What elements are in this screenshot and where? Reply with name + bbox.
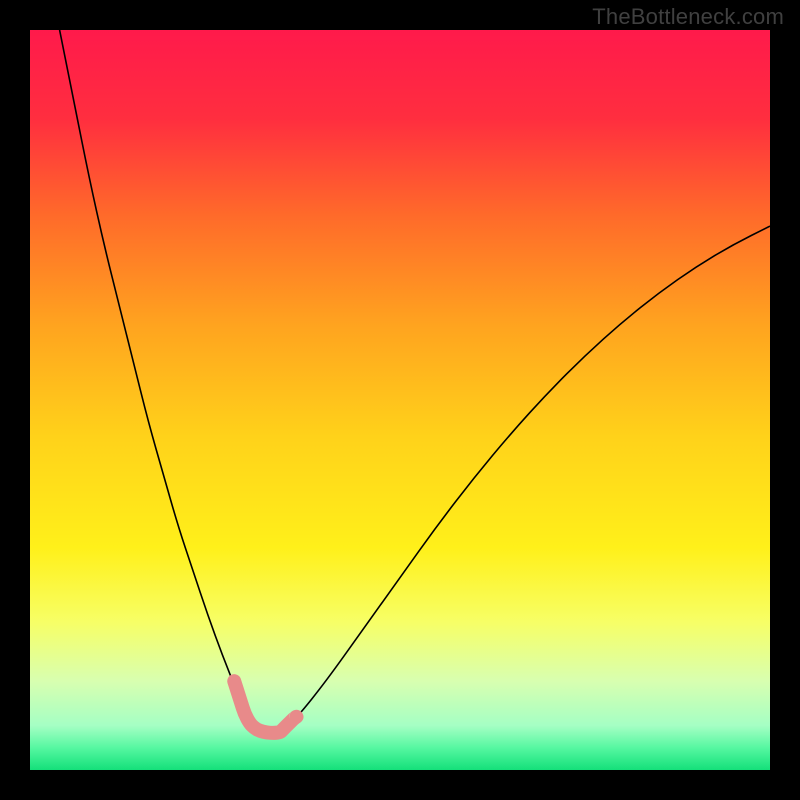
bottleneck-chart xyxy=(30,30,770,770)
watermark-text: TheBottleneck.com xyxy=(592,4,784,30)
chart-background xyxy=(30,30,770,770)
chart-frame: TheBottleneck.com xyxy=(0,0,800,800)
